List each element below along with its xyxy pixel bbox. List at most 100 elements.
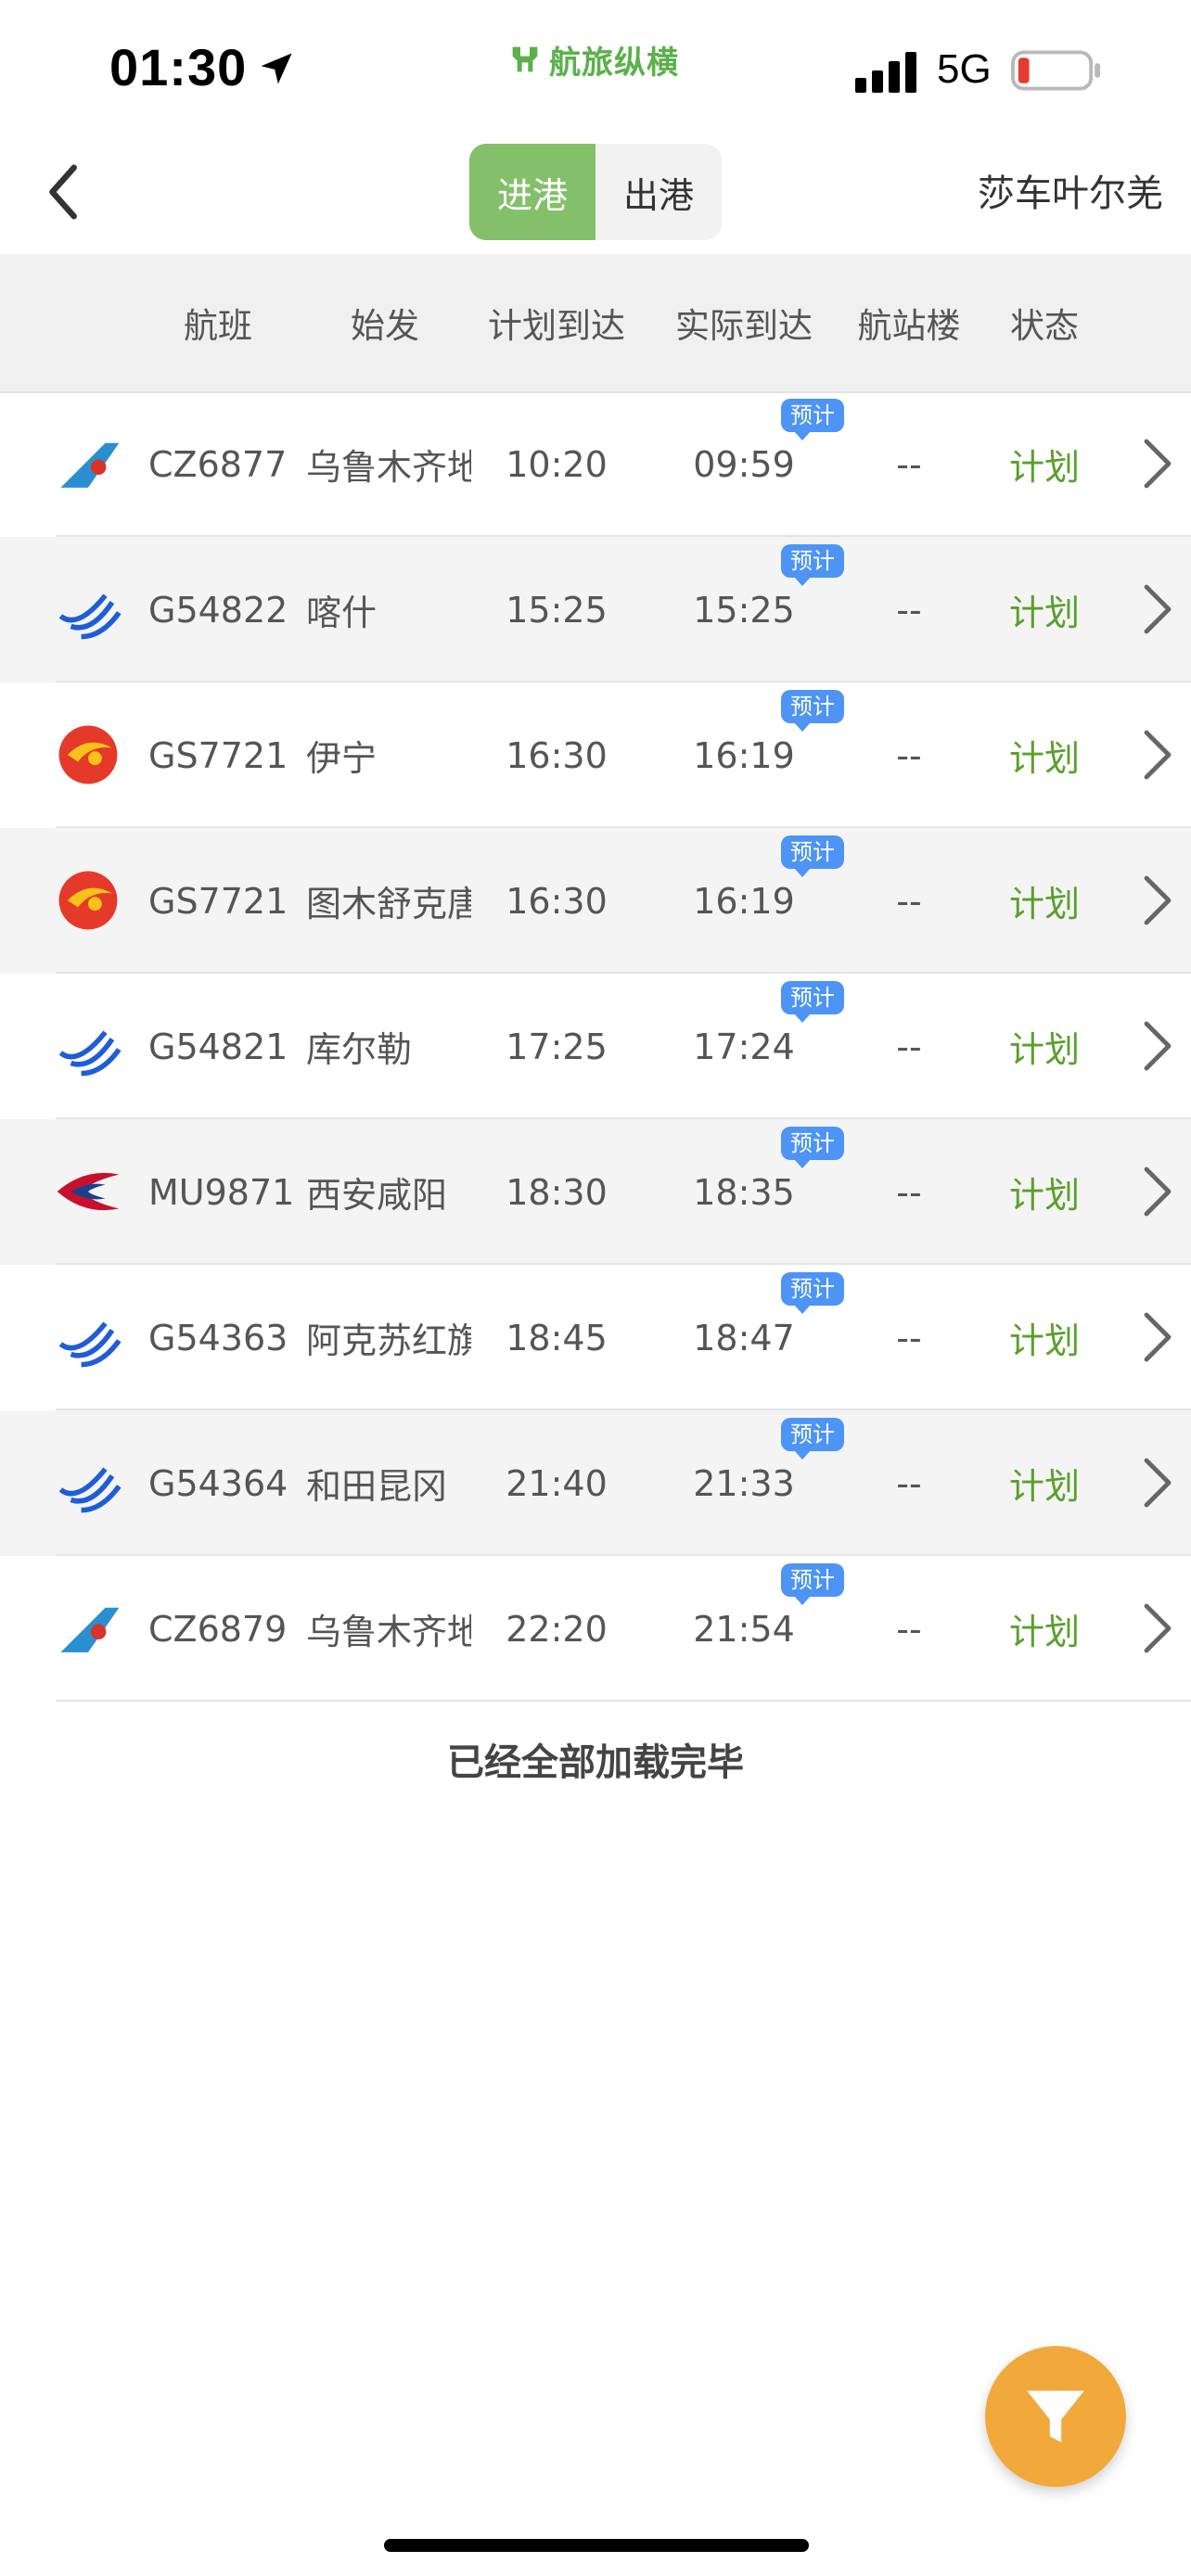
airport-name[interactable]: 莎车叶尔羌 [978, 163, 1163, 217]
loong-air-icon [58, 1467, 122, 1513]
loong-air-icon [58, 1321, 122, 1368]
terminal: -- [896, 1171, 922, 1213]
flight-status: 计划 [1008, 1029, 1080, 1070]
terminal: -- [896, 1462, 922, 1504]
flight-row[interactable]: G54822 喀什 15:25 预计 15:25 -- 计划 [0, 537, 1191, 682]
actual-arrival: 18:47 [693, 1317, 795, 1358]
scheduled-arrival: 16:30 [506, 880, 608, 922]
column-header-flight: 航班 [184, 306, 252, 346]
tianjin-airlines-icon [58, 871, 118, 930]
scheduled-arrival: 22:20 [506, 1608, 608, 1650]
brand-logo-icon [512, 46, 538, 72]
chevron-right-icon [1144, 1167, 1172, 1217]
filter-funnel-icon [1027, 2391, 1084, 2442]
actual-arrival: 16:19 [693, 734, 795, 776]
origin-city: 伊宁 [306, 738, 378, 779]
origin-city: 乌鲁木齐地 [306, 447, 471, 488]
china-southern-icon [60, 1607, 120, 1652]
status-bar: 01:30 航旅纵横 5G [0, 0, 1191, 130]
scheduled-arrival: 10:20 [506, 443, 608, 485]
flight-row[interactable]: G54821 库尔勒 17:25 预计 17:24 -- 计划 [0, 974, 1191, 1119]
terminal: -- [896, 1317, 922, 1358]
battery-low-icon [1011, 50, 1101, 91]
origin-city: 喀什 [306, 593, 378, 633]
actual-arrival: 15:25 [693, 589, 795, 631]
actual-arrival: 18:35 [693, 1171, 795, 1213]
scheduled-arrival: 21:40 [506, 1462, 608, 1504]
flight-status: 计划 [1008, 884, 1080, 925]
scheduled-arrival: 18:30 [506, 1171, 608, 1213]
location-arrow-icon [261, 53, 292, 84]
tianjin-airlines-icon [58, 725, 118, 784]
brand: 航旅纵横 [506, 37, 679, 82]
actual-arrival: 17:24 [693, 1026, 795, 1067]
terminal: -- [896, 1608, 922, 1650]
filter-button[interactable] [985, 2346, 1126, 2487]
chevron-right-icon [1144, 1021, 1172, 1071]
flight-row[interactable]: G54363 阿克苏红旗 18:45 预计 18:47 -- 计划 [0, 1265, 1191, 1410]
flight-row[interactable]: CZ6879 乌鲁木齐地 22:20 预计 21:54 -- 计划 [0, 1556, 1191, 1702]
table-header: 航班 始发 计划到达 实际到达 航站楼 状态 [0, 254, 1191, 393]
scheduled-arrival: 17:25 [506, 1026, 608, 1067]
flight-number: GS7721 [148, 734, 288, 776]
column-header-actual: 实际到达 [675, 306, 813, 346]
loong-air-icon [58, 593, 122, 640]
chevron-right-icon [1144, 1458, 1172, 1508]
brand-name: 航旅纵横 [549, 44, 679, 82]
origin-city: 西安咸阳 [306, 1175, 448, 1216]
actual-arrival: 21:33 [693, 1462, 795, 1504]
chevron-right-icon [1144, 1603, 1172, 1653]
column-header-terminal: 航站楼 [857, 306, 961, 346]
scheduled-arrival: 18:45 [506, 1317, 608, 1358]
origin-city: 乌鲁木齐地 [306, 1612, 471, 1652]
flight-number: CZ6877 [148, 443, 288, 485]
scheduled-arrival: 16:30 [506, 734, 608, 776]
flight-number: G54364 [148, 1462, 288, 1504]
chevron-right-icon [1144, 1312, 1172, 1362]
chevron-right-icon [1144, 584, 1172, 634]
flight-row[interactable]: G54364 和田昆冈 21:40 预计 21:33 -- 计划 [0, 1410, 1191, 1556]
flight-number: MU9871 [148, 1171, 295, 1213]
flight-number: GS7721 [148, 880, 288, 922]
origin-city: 图木舒克唐 [306, 884, 471, 925]
terminal: -- [896, 589, 922, 631]
flight-row[interactable]: GS7721 图木舒克唐 16:30 预计 16:19 -- 计划 [0, 828, 1191, 974]
tab-arrivals[interactable]: 进港 [469, 144, 596, 240]
flight-status: 计划 [1008, 1466, 1080, 1507]
flight-status: 计划 [1008, 593, 1080, 633]
origin-city: 阿克苏红旗 [306, 1320, 471, 1361]
terminal: -- [896, 1026, 922, 1067]
flight-row[interactable]: CZ6877 乌鲁木齐地 10:20 预计 09:59 -- 计划 [0, 391, 1191, 537]
actual-arrival: 16:19 [693, 880, 795, 922]
china-southern-icon [60, 442, 120, 488]
status-time: 01:30 [109, 38, 248, 96]
flight-number: G54821 [148, 1026, 288, 1067]
terminal: -- [896, 880, 922, 922]
flight-status: 计划 [1008, 738, 1080, 779]
actual-arrival: 09:59 [693, 443, 795, 485]
back-arrow-icon[interactable] [33, 159, 98, 224]
nav-bar: 进港 出港 莎车叶尔羌 [0, 130, 1191, 254]
flight-row[interactable]: MU9871 西安咸阳 18:30 预计 18:35 -- 计划 [0, 1119, 1191, 1265]
load-complete-text: 已经全部加载完毕 [447, 1741, 744, 1784]
flight-status: 计划 [1008, 1175, 1080, 1216]
row-divider [56, 1700, 1191, 1702]
flight-board-page: 01:30 航旅纵横 5G 进港 出港 莎车叶尔羌 航班 始发 计划到达 实际到… [0, 0, 1191, 2576]
flight-row[interactable]: GS7721 伊宁 16:30 预计 16:19 -- 计划 [0, 682, 1191, 828]
arrival-departure-switch: 进港 出港 [469, 144, 722, 240]
network-type: 5G [937, 46, 992, 92]
chevron-right-icon [1144, 875, 1172, 925]
scheduled-arrival: 15:25 [506, 589, 608, 631]
flight-number: G54363 [148, 1317, 288, 1358]
chevron-right-icon [1144, 730, 1172, 780]
chevron-right-icon [1144, 439, 1172, 489]
flight-status: 计划 [1008, 1612, 1080, 1652]
terminal: -- [896, 734, 922, 776]
terminal: -- [896, 443, 922, 485]
flight-list: CZ6877 乌鲁木齐地 10:20 预计 09:59 -- 计划 G54822… [0, 391, 1191, 1702]
loong-air-icon [58, 1030, 122, 1077]
china-eastern-icon [57, 1172, 120, 1211]
tab-departures[interactable]: 出港 [596, 144, 722, 240]
column-header-scheduled: 计划到达 [488, 306, 625, 346]
flight-number: G54822 [148, 589, 288, 631]
